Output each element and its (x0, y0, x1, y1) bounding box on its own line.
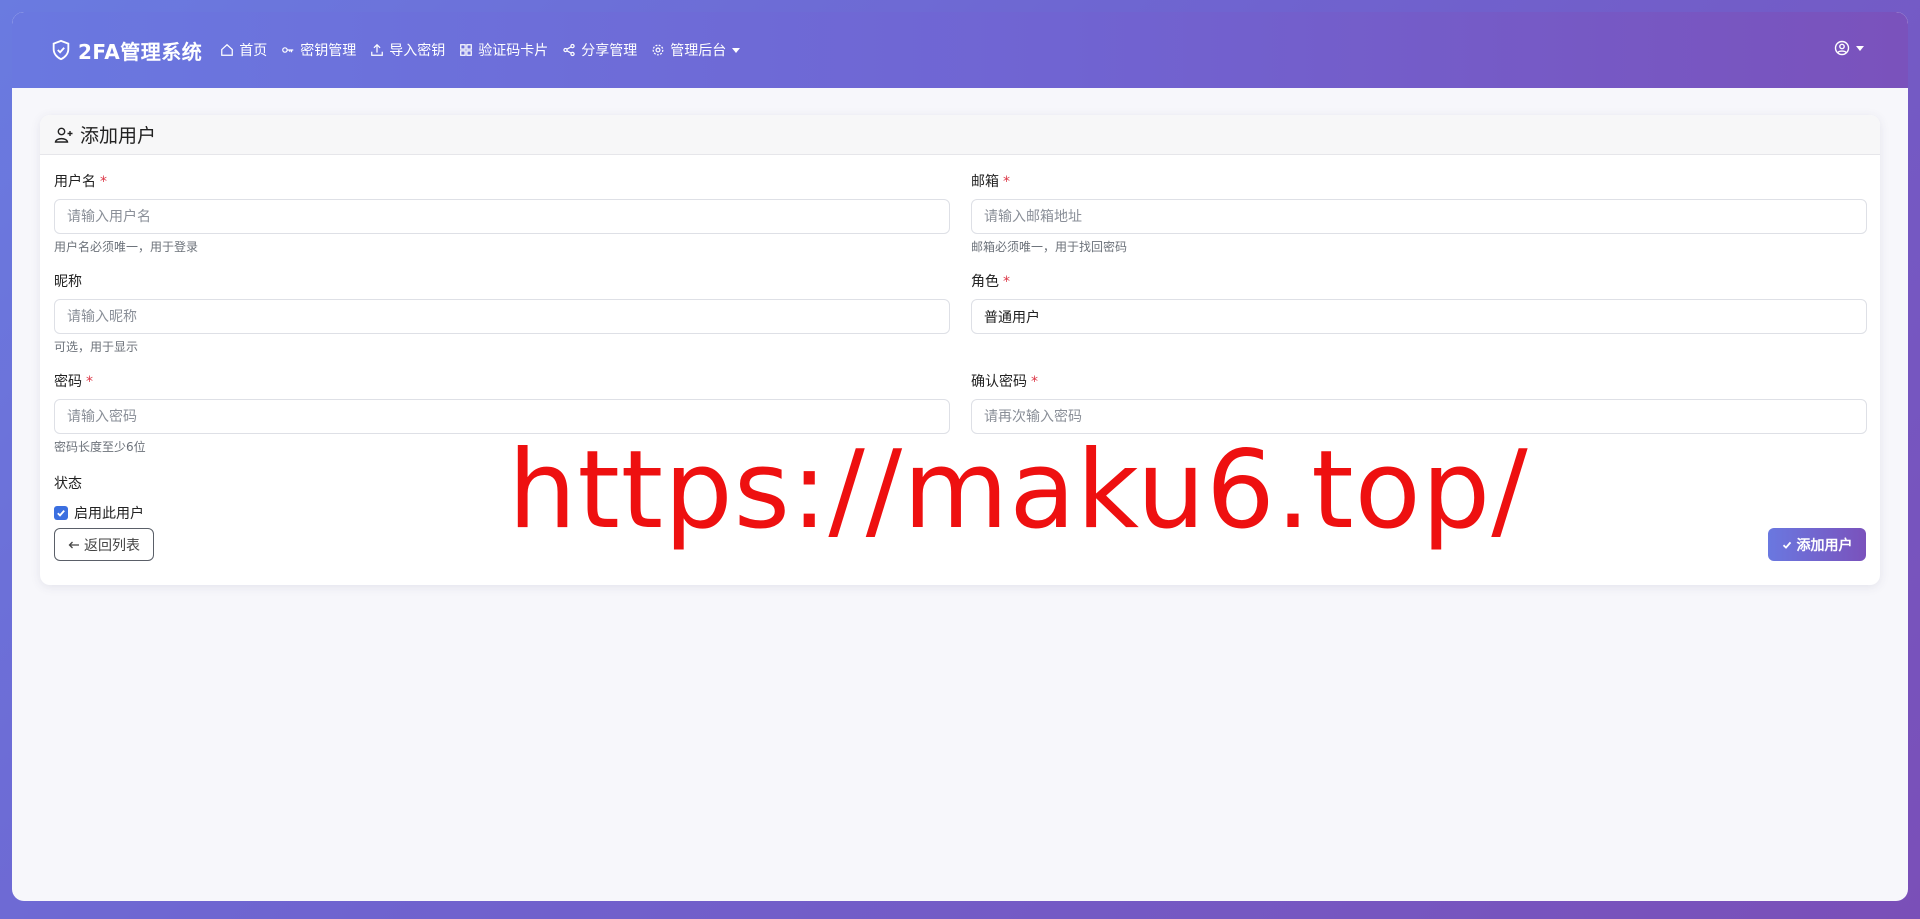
nav-item-label: 首页 (239, 43, 268, 59)
email-help: 邮箱必须唯一，用于找回密码 (971, 240, 1128, 254)
user-circle-icon (1834, 40, 1850, 56)
nav-item-label: 密钥管理 (300, 43, 357, 59)
nickname-label: 昵称 (54, 274, 82, 290)
check-icon (57, 510, 65, 517)
enable-user-checkbox[interactable] (54, 506, 68, 520)
username-input[interactable] (54, 199, 950, 234)
nickname-input[interactable] (54, 299, 950, 334)
caret-down-icon (1856, 45, 1864, 51)
card-title: 添加用户 (80, 125, 157, 147)
status-group: 状态 启用此用户 (54, 473, 144, 523)
home-icon (221, 43, 234, 56)
arrow-left-icon (68, 541, 79, 548)
role-select[interactable]: 普通用户 (971, 299, 1867, 334)
password-field-group: 密码 * 密码长度至少6位 (54, 371, 950, 455)
app-window: 2FA管理系统 首页 密钥管理 导入密钥 验证码卡片 分享管理 管理后台 添加用… (12, 12, 1908, 901)
nav-item-import[interactable]: 导入密钥 (370, 40, 445, 60)
shield-check-icon (52, 39, 70, 61)
submit-button-label: 添加用户 (1796, 537, 1853, 554)
caret-down-icon (732, 47, 741, 53)
upload-icon (371, 43, 384, 56)
password-input[interactable] (54, 399, 950, 434)
enable-user-row: 启用此用户 (54, 503, 144, 523)
user-plus-icon (54, 127, 73, 143)
confirm-password-label: 确认密码 * (971, 374, 1038, 390)
nav-item-keys[interactable]: 密钥管理 (281, 40, 356, 60)
top-navbar: 2FA管理系统 首页 密钥管理 导入密钥 验证码卡片 分享管理 管理后台 (12, 12, 1908, 88)
add-user-submit-button[interactable]: 添加用户 (1768, 528, 1866, 561)
nav-item-label: 管理后台 (670, 43, 727, 59)
nav-item-label: 验证码卡片 (478, 43, 549, 59)
status-label: 状态 (54, 476, 82, 492)
add-user-card: 添加用户 用户名* 用户名必须唯一，用于登录 邮箱* 邮箱必须唯一，用于找回密码… (40, 115, 1880, 585)
back-button-label: 返回列表 (84, 537, 140, 554)
confirm-password-input[interactable] (971, 399, 1867, 434)
brand-title: 2FA管理系统 (78, 39, 203, 64)
email-label: 邮箱 * (971, 174, 1010, 190)
email-input[interactable] (971, 199, 1867, 234)
username-field-group: 用户名* 用户名必须唯一，用于登录 (54, 171, 950, 255)
password-help: 密码长度至少6位 (54, 440, 146, 454)
nav-item-home[interactable]: 首页 (220, 40, 267, 60)
card-header: 添加用户 (40, 115, 1880, 155)
nav-item-admin-dropdown[interactable]: 管理后台 (651, 40, 741, 60)
back-to-list-button[interactable]: 返回列表 (54, 528, 154, 561)
username-label: 用户名 * (54, 174, 107, 190)
user-menu-dropdown[interactable] (1834, 40, 1864, 56)
nav-item-share[interactable]: 分享管理 (562, 40, 637, 60)
key-icon (282, 47, 294, 53)
email-field-group: 邮箱* 邮箱必须唯一，用于找回密码 (971, 171, 1867, 255)
confirm-password-field-group: 确认密码 * (971, 371, 1867, 434)
check-icon (1782, 541, 1791, 549)
nickname-help: 可选，用于显示 (54, 340, 139, 354)
share-icon (563, 43, 575, 57)
role-label: 角色 * (971, 274, 1010, 290)
grid-icon (460, 44, 473, 56)
brand[interactable]: 2FA管理系统 (50, 36, 202, 65)
nav-item-label: 分享管理 (581, 43, 638, 59)
gear-icon (652, 44, 664, 56)
enable-user-label[interactable]: 启用此用户 (74, 503, 144, 523)
role-field-group: 角色 * 普通用户 (971, 271, 1867, 334)
nav-item-label: 导入密钥 (389, 43, 446, 59)
password-label: 密码 * (54, 374, 93, 390)
nav-item-cards[interactable]: 验证码卡片 (459, 40, 548, 60)
nickname-field-group: 昵称 可选，用于显示 (54, 271, 950, 355)
username-help: 用户名必须唯一，用于登录 (54, 240, 199, 254)
